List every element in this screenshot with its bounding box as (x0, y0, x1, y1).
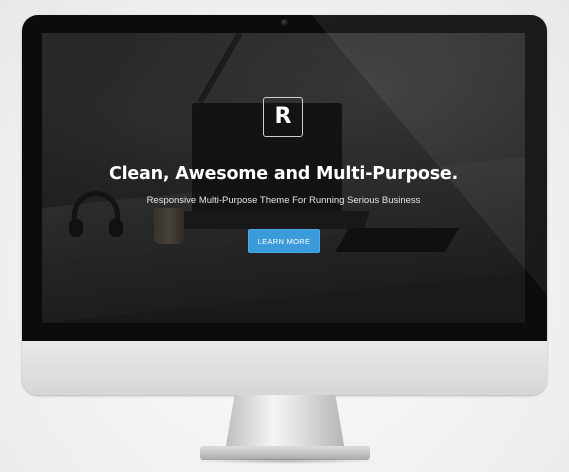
camera-icon (281, 19, 288, 26)
letter-r-logo-icon: R (274, 104, 292, 129)
brand-logo[interactable]: R (263, 97, 303, 137)
monitor-screen: R Clean, Awesome and Multi-Purpose. Resp… (42, 33, 525, 323)
imac-monitor: R Clean, Awesome and Multi-Purpose. Resp… (22, 15, 547, 395)
mockup-stage: R Clean, Awesome and Multi-Purpose. Resp… (0, 0, 569, 472)
monitor-stand-neck (225, 395, 345, 451)
monitor-bezel: R Clean, Awesome and Multi-Purpose. Resp… (22, 15, 547, 341)
stand-shadow (190, 458, 380, 464)
hero-headline: Clean, Awesome and Multi-Purpose. (108, 164, 459, 184)
hero-subheadline: Responsive Multi-Purpose Theme For Runni… (146, 195, 421, 206)
learn-more-button[interactable]: LEARN MORE (248, 229, 320, 253)
monitor-chin (22, 341, 547, 395)
